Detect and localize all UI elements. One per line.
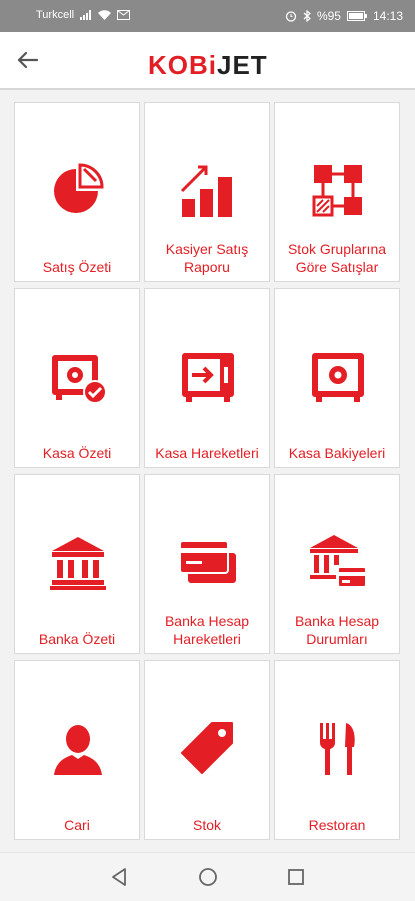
nav-back-button[interactable] xyxy=(106,865,132,889)
nav-recents-button[interactable] xyxy=(283,865,309,889)
bluetooth-icon xyxy=(303,10,311,22)
battery-percent: %95 xyxy=(316,9,341,23)
logo-part-2: JET xyxy=(217,50,268,80)
tile-restoran[interactable]: Restoran xyxy=(274,660,400,840)
tile-label: Restoran xyxy=(308,817,366,833)
tile-label: Kasa Bakiyeleri xyxy=(288,445,386,461)
safe-check-icon xyxy=(52,355,107,404)
status-left: Turkcell xyxy=(36,9,131,21)
battery-icon xyxy=(346,11,367,21)
carrier-name: Turkcell xyxy=(36,9,75,21)
tile-label: Banka Hesap Hareketleri xyxy=(164,613,250,647)
tile-label: Cari xyxy=(64,817,90,833)
tile-label: Banka Özeti xyxy=(38,631,116,647)
tile-label: Kasa Özeti xyxy=(42,445,112,461)
tile-label: Satış Özeti xyxy=(42,259,112,275)
alarm-icon xyxy=(285,11,297,22)
safe-icon xyxy=(312,353,364,402)
tile-stok-gruplarina-gore-satislar[interactable]: Stok Gruplarına Göre Satışlar xyxy=(274,102,400,282)
nav-home-button[interactable] xyxy=(195,865,221,889)
pie-chart-icon xyxy=(54,163,104,213)
app-logo: KOBi JET xyxy=(148,50,268,81)
clock: 14:13 xyxy=(372,9,403,23)
credit-cards-icon xyxy=(179,540,236,583)
tile-banka-hesap-hareketleri[interactable]: Banka Hesap Hareketleri xyxy=(144,474,270,654)
menu-area: Satış Özeti Kasiyer Satış Raporu Stok Gr… xyxy=(0,90,415,852)
bank-icon xyxy=(50,537,106,590)
tile-satis-ozeti[interactable]: Satış Özeti xyxy=(14,102,140,282)
tile-label: Banka Hesap Durumları xyxy=(294,613,380,647)
circle-home-icon xyxy=(199,868,217,886)
arrow-left-icon xyxy=(17,51,38,69)
safe-enter-icon xyxy=(182,353,234,402)
tile-kasiyer-satis-raporu[interactable]: Kasiyer Satış Raporu xyxy=(144,102,270,282)
tile-label: Kasa Hareketleri xyxy=(155,445,259,461)
signal-icon xyxy=(80,10,92,20)
status-right: %95 14:13 xyxy=(285,9,403,23)
square-recents-icon xyxy=(288,869,304,885)
network-grid-icon xyxy=(312,165,362,217)
tile-kasa-bakiyeleri[interactable]: Kasa Bakiyeleri xyxy=(274,288,400,468)
tile-banka-hesap-durumlari[interactable]: Banka Hesap Durumları xyxy=(274,474,400,654)
triangle-back-icon xyxy=(112,868,126,886)
back-button[interactable] xyxy=(12,46,42,74)
tile-cari[interactable]: Cari xyxy=(14,660,140,840)
system-nav-bar xyxy=(0,852,415,901)
bank-card-icon xyxy=(310,535,367,588)
app-bar: KOBi JET xyxy=(0,32,415,90)
tile-stok[interactable]: Stok xyxy=(144,660,270,840)
fork-knife-icon xyxy=(320,723,355,775)
tile-label: Stok xyxy=(192,817,221,833)
status-bar: Turkcell %95 14:13 xyxy=(0,0,415,32)
tile-banka-ozeti[interactable]: Banka Özeti xyxy=(14,474,140,654)
tile-label: Kasiyer Satış Raporu xyxy=(165,241,249,275)
bar-chart-icon xyxy=(180,165,232,217)
wifi-icon xyxy=(98,10,112,20)
tile-kasa-ozeti[interactable]: Kasa Özeti xyxy=(14,288,140,468)
mail-icon xyxy=(117,10,131,20)
tile-kasa-hareketleri[interactable]: Kasa Hareketleri xyxy=(144,288,270,468)
menu-grid: Satış Özeti Kasiyer Satış Raporu Stok Gr… xyxy=(14,102,400,840)
tile-label: Stok Gruplarına Göre Satışlar xyxy=(287,241,387,275)
logo-part-1: KOBi xyxy=(148,50,217,80)
tag-icon xyxy=(181,722,233,774)
person-icon xyxy=(54,725,102,775)
